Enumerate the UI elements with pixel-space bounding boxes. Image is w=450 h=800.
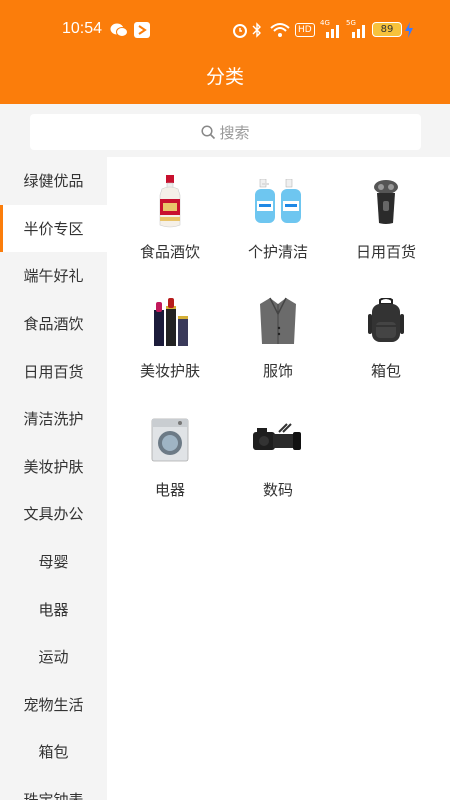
category-label: 美妆护肤 <box>139 362 200 380</box>
sidebar-item-label: 绿健优品 <box>23 172 84 191</box>
battery-icon: 89 <box>372 22 402 37</box>
sidebar-item-bags[interactable]: 箱包 <box>0 728 107 776</box>
net-type-1: 4G <box>320 19 330 27</box>
sidebar-item-label: 美妆护肤 <box>23 457 84 476</box>
bluetooth-icon <box>252 21 262 39</box>
page-title: 分类 <box>205 66 244 88</box>
alarm-icon <box>232 21 248 39</box>
sidebar-item-label: 珠宝钟表 <box>23 789 83 800</box>
sidebar-item-label: 文具办公 <box>23 505 84 524</box>
lipstick-icon <box>145 294 195 348</box>
category-label: 服饰 <box>262 362 293 380</box>
wechat-icon <box>110 21 128 39</box>
sidebar-item-label: 宠物生活 <box>23 695 84 714</box>
washing-machine-icon <box>145 413 195 467</box>
sidebar-item-label: 母婴 <box>38 553 69 572</box>
sidebar-item-label: 半价专区 <box>23 219 84 238</box>
sidebar-item-lvjian[interactable]: 绿健优品 <box>0 157 107 205</box>
charging-icon <box>404 21 414 39</box>
sidebar-item-half-price[interactable]: 半价专区 <box>0 204 107 253</box>
sidebar-item-baby[interactable]: 母婴 <box>0 538 107 586</box>
category-food[interactable]: 食品酒饮 <box>113 157 227 275</box>
category-label: 电器 <box>154 481 185 499</box>
search-area: 搜索 <box>0 104 450 156</box>
sidebar-item-daily[interactable]: 日用百货 <box>0 347 107 395</box>
sidebar-item-sports[interactable]: 运动 <box>0 633 107 681</box>
category-label: 日用百货 <box>355 243 416 261</box>
sidebar-item-label: 食品酒饮 <box>23 315 84 334</box>
category-grid: 食品酒饮 个护清洁 日用百货 美妆护肤 服饰 箱包 电器 数码 <box>107 157 450 800</box>
status-bar: 10:54 HD 4G 5G 89 <box>0 0 450 60</box>
sidebar-item-label: 日用百货 <box>23 362 84 381</box>
sidebar-item-food[interactable]: 食品酒饮 <box>0 300 107 348</box>
sidebar-item-label: 箱包 <box>38 743 69 762</box>
category-digital[interactable]: 数码 <box>221 395 335 513</box>
sidebar-item-duanwu[interactable]: 端午好礼 <box>0 252 107 300</box>
category-label: 食品酒饮 <box>139 243 200 261</box>
category-bags[interactable]: 箱包 <box>329 276 443 394</box>
status-time: 10:54 <box>62 20 103 37</box>
hd-badge: HD <box>295 23 315 37</box>
category-label: 数码 <box>262 481 293 499</box>
category-sidebar: 绿健优品 半价专区 端午好礼 食品酒饮 日用百货 清洁洗护 美妆护肤 文具办公 … <box>0 157 107 800</box>
category-appliances[interactable]: 电器 <box>113 395 227 513</box>
sidebar-item-jewelry[interactable]: 珠宝钟表 <box>0 776 107 800</box>
category-label: 箱包 <box>370 362 401 380</box>
search-icon <box>201 124 216 139</box>
liquor-bottle-icon <box>145 175 195 229</box>
sidebar-item-pets[interactable]: 宠物生活 <box>0 681 107 729</box>
backpack-icon <box>361 294 411 348</box>
net-type-2: 5G <box>346 19 356 27</box>
category-beauty[interactable]: 美妆护肤 <box>113 276 227 394</box>
app-header: 10:54 HD 4G 5G 89 分类 <box>0 0 450 104</box>
sidebar-item-cleaning[interactable]: 清洁洗护 <box>0 395 107 443</box>
sidebar-item-stationery[interactable]: 文具办公 <box>0 490 107 538</box>
sidebar-item-label: 清洁洗护 <box>23 410 84 429</box>
search-placeholder: 搜索 <box>219 123 250 142</box>
sidebar-item-label: 运动 <box>38 648 69 667</box>
category-apparel[interactable]: 服饰 <box>221 276 335 394</box>
sidebar-item-label: 电器 <box>38 600 69 619</box>
search-input[interactable]: 搜索 <box>30 114 421 150</box>
category-label: 个护清洁 <box>247 243 308 261</box>
battery-level: 89 <box>380 24 394 35</box>
wifi-icon <box>270 21 290 39</box>
shaver-icon <box>361 175 411 229</box>
sidebar-item-appliances[interactable]: 电器 <box>0 585 107 633</box>
category-daily-goods[interactable]: 日用百货 <box>329 157 443 275</box>
category-personal-care[interactable]: 个护清洁 <box>221 157 335 275</box>
app-notification-icon <box>134 21 150 39</box>
sidebar-item-beauty[interactable]: 美妆护肤 <box>0 443 107 491</box>
sidebar-item-label: 端午好礼 <box>23 267 84 286</box>
soap-bottles-icon <box>253 175 303 229</box>
camera-icon <box>253 413 303 467</box>
suit-jacket-icon <box>253 294 303 348</box>
